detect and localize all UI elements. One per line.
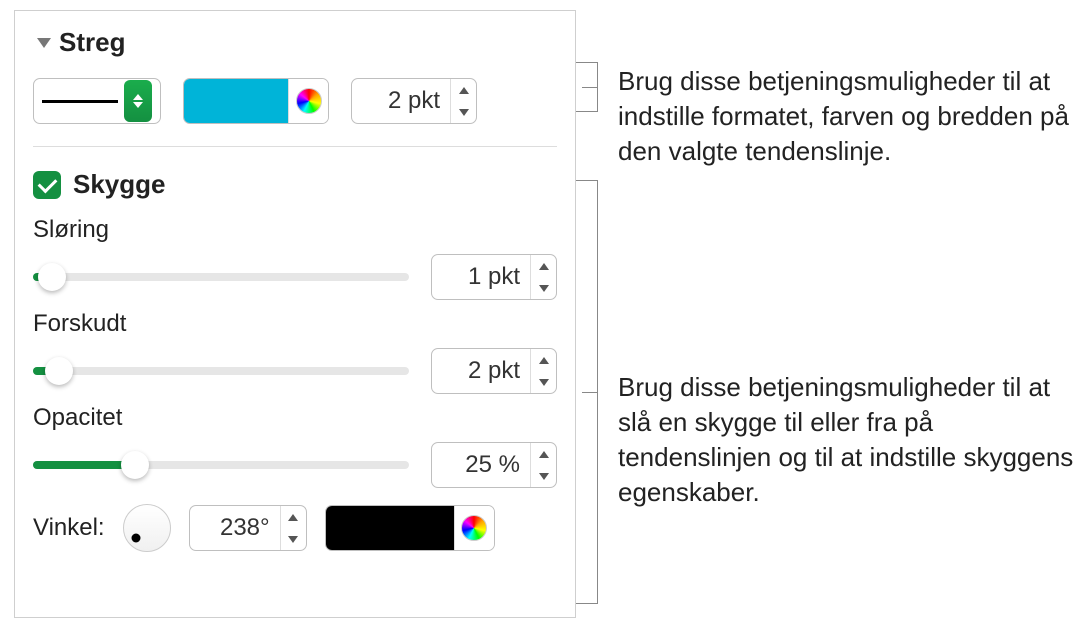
- stroke-width-value: 2 pkt: [352, 87, 450, 115]
- popup-chevron-icon: [124, 80, 152, 122]
- stroke-title: Streg: [59, 27, 125, 58]
- shadow-label: Skygge: [73, 169, 166, 200]
- stepper-down-icon[interactable]: [531, 465, 556, 487]
- offset-group: Forskudt 2 pkt: [33, 310, 557, 394]
- callout-stroke-text: Brug disse betjeningsmuligheder til at i…: [618, 64, 1078, 169]
- divider: [33, 146, 557, 147]
- stepper-up-icon[interactable]: [531, 349, 556, 371]
- callouts: Brug disse betjeningsmuligheder til at i…: [576, 0, 1076, 627]
- angle-row: Vinkel: 238°: [33, 504, 557, 552]
- angle-stepper[interactable]: 238°: [189, 505, 307, 551]
- line-style-popup[interactable]: [33, 78, 161, 124]
- angle-dial[interactable]: [123, 504, 171, 552]
- blur-stepper[interactable]: 1 pkt: [431, 254, 557, 300]
- color-wheel-icon: [296, 88, 322, 114]
- slider-thumb-icon[interactable]: [121, 451, 149, 479]
- stroke-controls-row: 2 pkt: [33, 78, 557, 124]
- stepper-down-icon[interactable]: [281, 528, 306, 550]
- opacity-value: 25 %: [432, 451, 530, 479]
- opacity-slider[interactable]: [33, 451, 409, 479]
- angle-indicator-icon: [132, 534, 141, 543]
- blur-label: Sløring: [33, 216, 557, 244]
- offset-label: Forskudt: [33, 310, 557, 338]
- angle-label: Vinkel:: [33, 514, 105, 542]
- offset-stepper[interactable]: 2 pkt: [431, 348, 557, 394]
- stroke-width-stepper[interactable]: 2 pkt: [351, 78, 477, 124]
- stepper-up-icon[interactable]: [531, 443, 556, 465]
- line-style-preview-icon: [42, 100, 118, 103]
- stepper-down-icon[interactable]: [531, 277, 556, 299]
- blur-group: Sløring 1 pkt: [33, 216, 557, 300]
- opacity-group: Opacitet 25 %: [33, 404, 557, 488]
- opacity-label: Opacitet: [33, 404, 557, 432]
- blur-value: 1 pkt: [432, 263, 530, 291]
- slider-track: [33, 273, 409, 281]
- stepper-down-icon[interactable]: [531, 371, 556, 393]
- opacity-stepper[interactable]: 25 %: [431, 442, 557, 488]
- offset-slider[interactable]: [33, 357, 409, 385]
- stepper-up-icon[interactable]: [281, 506, 306, 528]
- shadow-checkbox-row: Skygge: [33, 169, 557, 200]
- angle-value: 238°: [190, 514, 280, 542]
- shadow-color-wheel-button[interactable]: [454, 506, 494, 550]
- inspector-panel: Streg 2 pkt Skygge Sløring: [14, 10, 576, 618]
- stroke-color-well[interactable]: [183, 78, 329, 124]
- slider-thumb-icon[interactable]: [45, 357, 73, 385]
- stroke-color-wheel-button[interactable]: [288, 79, 328, 123]
- color-wheel-icon: [461, 515, 487, 541]
- offset-value: 2 pkt: [432, 357, 530, 385]
- callout-bracket-icon: [576, 62, 598, 112]
- shadow-checkbox[interactable]: [33, 171, 61, 199]
- slider-thumb-icon[interactable]: [38, 263, 66, 291]
- stepper-up-icon[interactable]: [451, 79, 476, 101]
- stepper-down-icon[interactable]: [451, 101, 476, 123]
- shadow-color-swatch: [326, 506, 454, 550]
- shadow-color-well[interactable]: [325, 505, 495, 551]
- stroke-color-swatch: [184, 79, 288, 123]
- stepper-up-icon[interactable]: [531, 255, 556, 277]
- blur-slider[interactable]: [33, 263, 409, 291]
- disclosure-triangle-icon[interactable]: [37, 38, 51, 48]
- callout-shadow-text: Brug disse betjeningsmuligheder til at s…: [618, 370, 1078, 510]
- stroke-section-header: Streg: [33, 27, 557, 58]
- stepper-buttons: [450, 79, 476, 123]
- callout-bracket-icon: [576, 180, 598, 604]
